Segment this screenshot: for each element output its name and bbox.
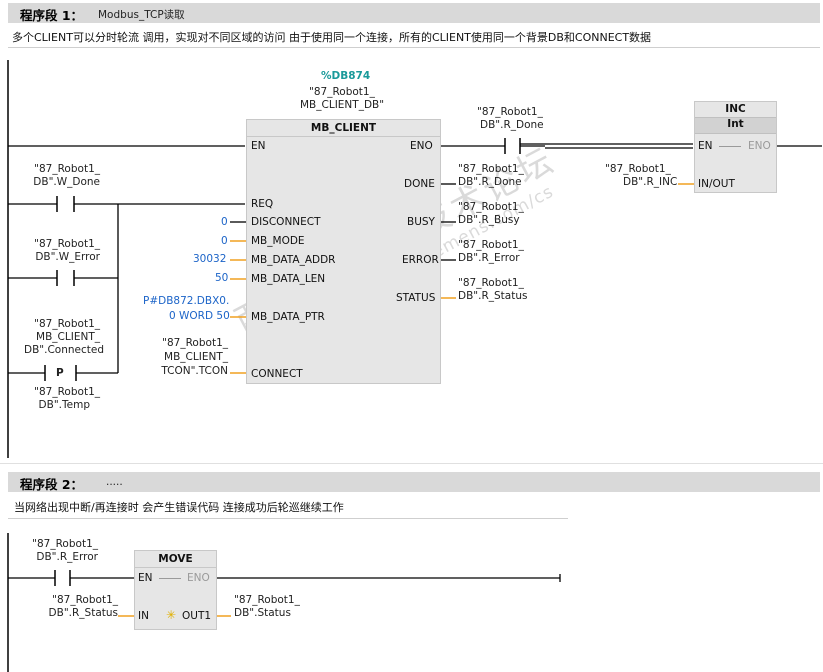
move-title-divider xyxy=(135,567,216,568)
r-error-contact-label-2: DB".R_Error xyxy=(36,551,98,563)
move-en-eno-line xyxy=(159,578,181,579)
contact-r-error[interactable] xyxy=(52,568,74,588)
move-in-operand-2[interactable]: DB".R_Status xyxy=(30,607,118,620)
move-title: MOVE xyxy=(158,553,193,565)
move-pin-out1[interactable]: OUT1 xyxy=(182,610,211,623)
move-out-operand-2[interactable]: DB".Status xyxy=(234,607,291,620)
move-in-operand-1[interactable]: "87_Robot1_ xyxy=(30,594,118,607)
move-pin-eno[interactable]: ENO xyxy=(187,572,210,585)
move-pin-in[interactable]: IN xyxy=(138,610,149,623)
move-pin-en[interactable]: EN xyxy=(138,572,153,585)
move-out-operand-1[interactable]: "87_Robot1_ xyxy=(234,594,300,607)
network-2-ladder-wires xyxy=(7,533,561,672)
r-error-contact-label-1: "87_Robot1_ xyxy=(32,538,98,550)
add-output-icon[interactable]: ✳ xyxy=(166,608,178,622)
